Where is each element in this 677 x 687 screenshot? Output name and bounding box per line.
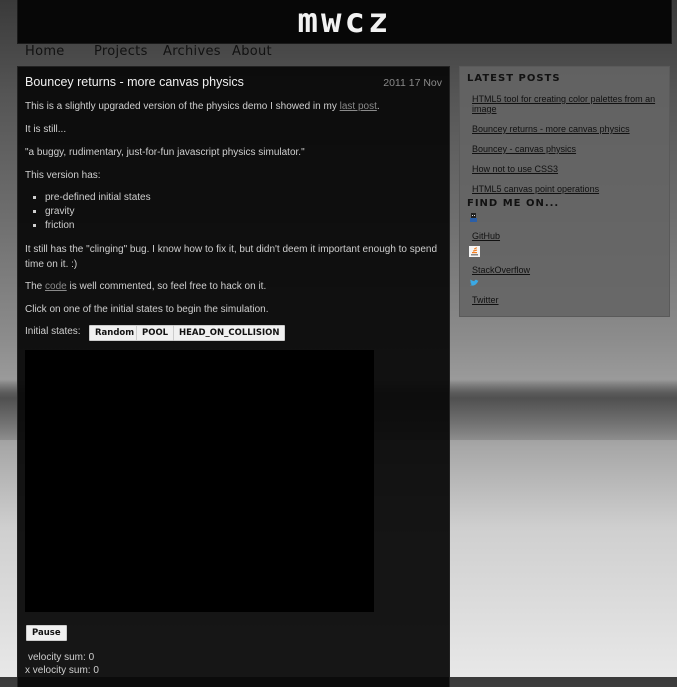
latest-posts-heading: LATEST POSTS	[467, 73, 561, 84]
sidebar: LATEST POSTS HTML5 tool for creating col…	[460, 67, 669, 316]
nav-home[interactable]: Home	[25, 44, 65, 59]
velocity-sum-readout: velocity sum: 0	[28, 652, 95, 663]
twitter-link[interactable]: Twitter	[472, 295, 662, 305]
simulation-canvas[interactable]	[25, 350, 374, 612]
still-paragraph: It is still...	[25, 124, 67, 135]
code-paragraph: The code is well commented, so feel free…	[25, 279, 443, 294]
feature-list: pre-defined initial states gravity frict…	[25, 191, 151, 233]
twitter-icon[interactable]	[469, 279, 479, 288]
x-velocity-sum-readout: x velocity sum: 0	[25, 665, 99, 676]
nav-about[interactable]: About	[232, 44, 272, 59]
intro-paragraph: This is a slightly upgraded version of t…	[25, 99, 443, 114]
post-title[interactable]: Bouncey returns - more canvas physics	[25, 75, 244, 89]
random-state-button[interactable]: Random	[89, 325, 141, 341]
last-post-link[interactable]: last post	[340, 101, 377, 112]
quote-paragraph: "a buggy, rudimentary, just-for-fun java…	[25, 147, 305, 158]
site-header: mwcz	[18, 0, 671, 43]
intro-end: .	[376, 101, 380, 112]
post-date: 2011 17 Nov	[383, 77, 442, 89]
list-item: gravity	[45, 205, 151, 219]
find-me-heading: FIND ME ON...	[467, 198, 560, 209]
intro-text: This is a slightly upgraded version of t…	[25, 101, 340, 112]
github-link[interactable]: GitHub	[472, 231, 662, 241]
list-item: pre-defined initial states	[45, 191, 151, 205]
latest-post-link[interactable]: Bouncey returns - more canvas physics	[472, 124, 662, 134]
pool-state-button[interactable]: POOL	[136, 325, 175, 341]
nav-archives[interactable]: Archives	[163, 44, 221, 59]
site-logo[interactable]: mwcz	[18, 1, 671, 41]
code-text: The	[25, 281, 46, 292]
bug-paragraph: It still has the "clinging" bug. I know …	[25, 244, 438, 270]
post-panel: Bouncey returns - more canvas physics 20…	[18, 67, 449, 687]
latest-post-link[interactable]: HTML5 canvas point operations	[472, 184, 662, 194]
code-text-end: is well commented, so feel free to hack …	[66, 281, 267, 292]
stackoverflow-link[interactable]: StackOverflow	[472, 265, 662, 275]
click-paragraph: Click on one of the initial states to be…	[25, 304, 269, 315]
pause-button[interactable]: Pause	[26, 625, 67, 641]
nav-projects[interactable]: Projects	[94, 44, 148, 59]
stackoverflow-icon[interactable]	[469, 246, 480, 257]
latest-post-link[interactable]: Bouncey - canvas physics	[472, 144, 662, 154]
initial-states-label: Initial states:	[25, 326, 81, 337]
latest-post-link[interactable]: HTML5 tool for creating color palettes f…	[472, 94, 662, 114]
code-link[interactable]: code	[45, 281, 67, 292]
head-on-collision-button[interactable]: HEAD_ON_COLLISION	[173, 325, 286, 341]
list-item: friction	[45, 219, 151, 233]
version-has-paragraph: This version has:	[25, 170, 101, 181]
latest-post-link[interactable]: How not to use CSS3	[472, 164, 662, 174]
github-icon[interactable]	[469, 213, 478, 222]
